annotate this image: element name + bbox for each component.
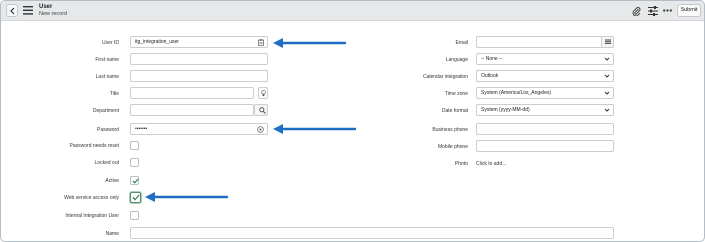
user-form-window: User New record Submit User ID itg_integ… xyxy=(0,0,705,242)
calendar-integration-value: Outlook xyxy=(481,73,499,79)
chevron-down-icon xyxy=(604,74,610,78)
chevron-down-icon xyxy=(604,57,610,61)
hamburger-menu-icon[interactable] xyxy=(23,6,33,15)
photo-add-link[interactable]: Click to add... xyxy=(476,161,506,167)
email-icon xyxy=(605,39,611,44)
business-phone-label: Business phone xyxy=(432,127,468,133)
calendar-integration-select[interactable]: Outlook xyxy=(476,70,614,82)
settings-sliders-icon[interactable] xyxy=(648,6,658,16)
email-input[interactable] xyxy=(476,36,614,48)
more-options-icon[interactable] xyxy=(663,9,672,12)
submit-button[interactable]: Submit xyxy=(677,4,701,17)
checkmark-icon xyxy=(132,178,139,184)
time-zone-value: System (America/Los_Angeles) xyxy=(481,90,552,96)
mobile-phone-input[interactable] xyxy=(476,140,614,152)
language-label: Language xyxy=(445,57,468,63)
checkmark-icon xyxy=(132,194,140,201)
back-button[interactable] xyxy=(6,4,18,17)
time-zone-label: Time zone xyxy=(444,91,468,97)
form-header: User New record Submit xyxy=(1,1,704,21)
language-value: -- None -- xyxy=(481,56,503,62)
chevron-down-icon xyxy=(604,91,610,95)
web-service-access-only-checkbox[interactable] xyxy=(130,192,141,203)
photo-label: Photo xyxy=(454,161,468,167)
chevron-left-icon xyxy=(10,7,15,15)
page-subtitle: New record xyxy=(39,11,68,17)
page-title: User xyxy=(39,4,53,10)
email-label: Email xyxy=(455,40,468,46)
chevron-down-icon xyxy=(604,108,610,112)
annotation-arrow-web-service xyxy=(145,192,229,202)
date-format-value: System (yyyy-MM-dd) xyxy=(481,107,530,113)
internal-integration-user-label: Internal Integration User xyxy=(65,213,119,219)
active-checkbox[interactable] xyxy=(130,176,139,185)
annotation-arrow-user-id xyxy=(273,38,347,48)
date-format-label: Date format xyxy=(441,108,468,114)
date-format-select[interactable]: System (yyyy-MM-dd) xyxy=(476,104,614,116)
name-input[interactable] xyxy=(130,227,614,239)
name-label: Name xyxy=(105,231,119,237)
web-service-access-only-label: Web service access only xyxy=(64,195,119,201)
email-action-button[interactable] xyxy=(601,37,613,47)
internal-integration-user-checkbox[interactable] xyxy=(130,211,139,220)
paperclip-icon[interactable] xyxy=(632,6,641,16)
business-phone-input[interactable] xyxy=(476,123,614,135)
calendar-integration-label: Calendar integration xyxy=(422,74,468,80)
language-select[interactable]: -- None -- xyxy=(476,53,614,65)
annotation-arrow-password xyxy=(273,124,357,134)
time-zone-select[interactable]: System (America/Los_Angeles) xyxy=(476,87,614,99)
active-label: Active xyxy=(105,178,119,184)
mobile-phone-label: Mobile phone xyxy=(437,144,468,150)
